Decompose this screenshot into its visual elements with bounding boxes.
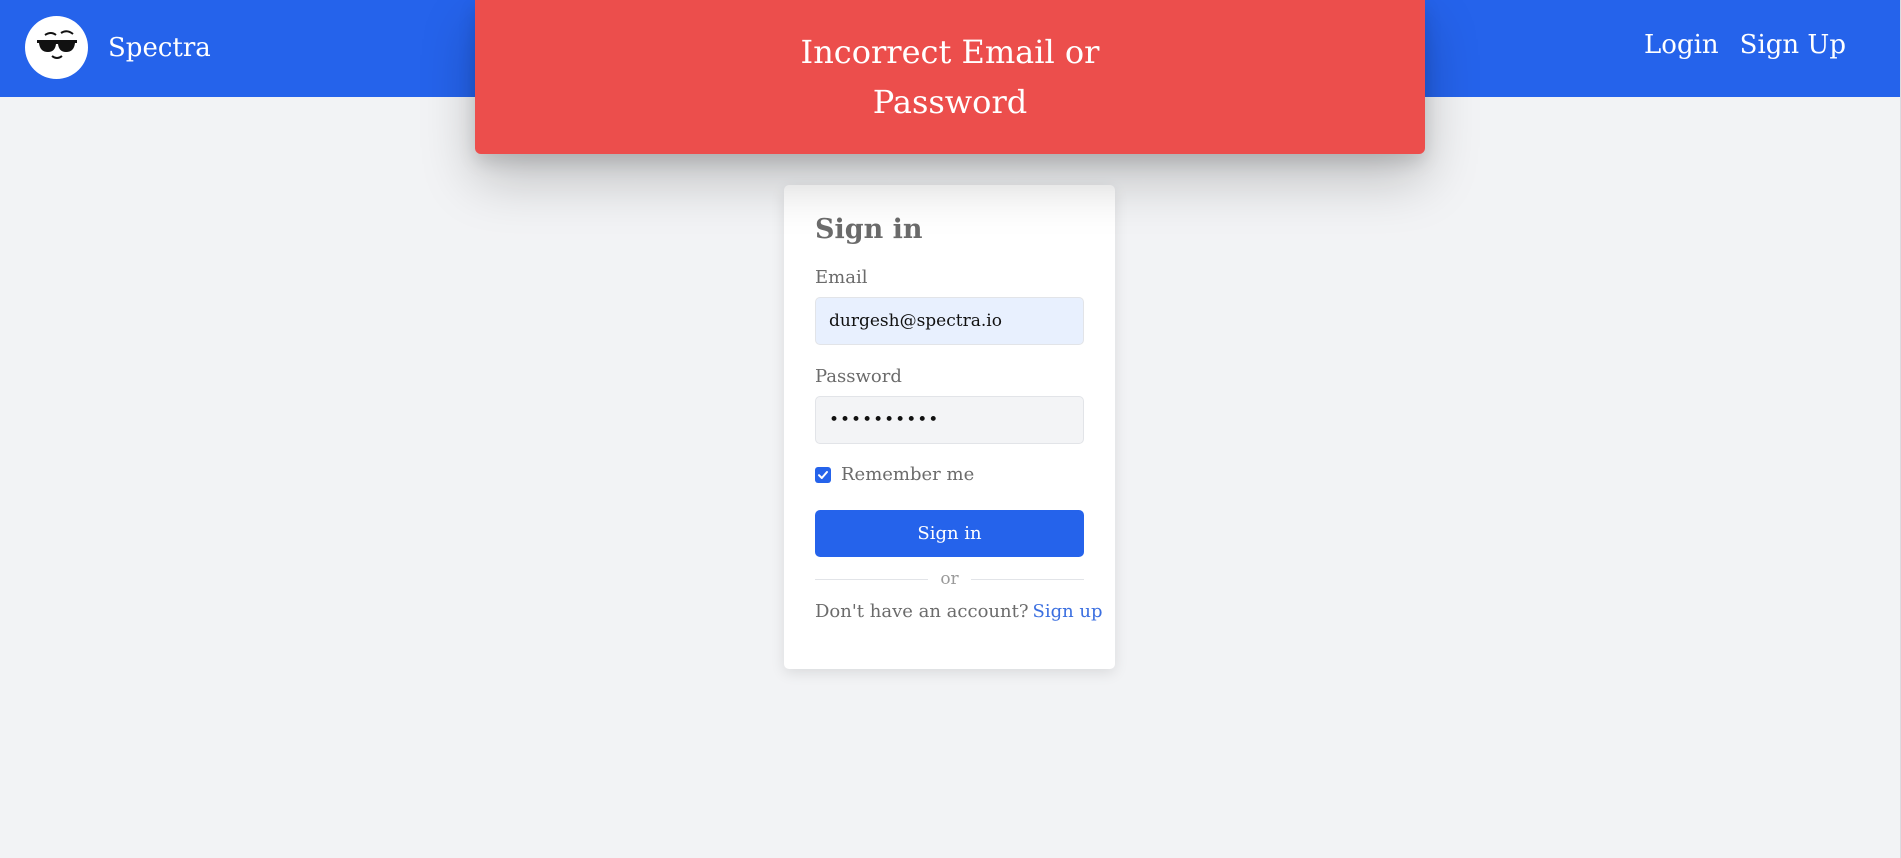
sunglasses-face-icon	[37, 30, 77, 59]
remember-me-row: Remember me	[815, 464, 1084, 485]
remember-me-label: Remember me	[841, 464, 975, 485]
signup-prompt: Don't have an account? Sign up	[815, 601, 1103, 622]
brand[interactable]: Spectra	[25, 16, 211, 79]
password-field[interactable]	[815, 396, 1084, 444]
nav-login-link[interactable]: Login	[1644, 30, 1719, 60]
email-field[interactable]	[815, 297, 1084, 345]
brand-logo	[25, 16, 88, 79]
password-label: Password	[815, 366, 902, 387]
divider-line-left	[815, 578, 929, 580]
error-toast-message: Incorrect Email or Password	[800, 33, 1100, 121]
divider-text: or	[940, 569, 959, 589]
nav-links: Login Sign Up	[1644, 30, 1846, 60]
or-divider: or	[815, 569, 1084, 589]
remember-me-checkbox[interactable]	[815, 466, 831, 483]
divider-line-right	[970, 578, 1084, 580]
email-label: Email	[815, 267, 868, 288]
error-toast[interactable]: Incorrect Email or Password	[475, 0, 1425, 154]
signin-button[interactable]: Sign in	[815, 510, 1084, 557]
checkmark-icon	[818, 470, 828, 479]
no-account-text: Don't have an account?	[815, 601, 1029, 622]
signup-link[interactable]: Sign up	[1032, 601, 1102, 622]
signin-card: Sign in Email Password Remember me Sign …	[784, 185, 1115, 669]
nav-signup-link[interactable]: Sign Up	[1740, 30, 1846, 60]
signin-title: Sign in	[815, 214, 923, 245]
brand-name: Spectra	[108, 32, 211, 63]
